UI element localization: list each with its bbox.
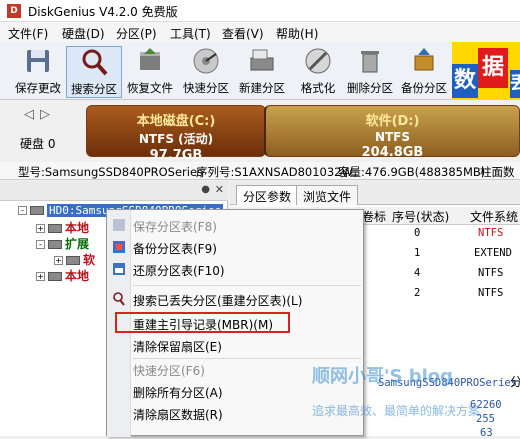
- col-header-label: 卷标: [362, 210, 387, 224]
- quick-partition-icon: [193, 48, 219, 74]
- disk-nav-arrows[interactable]: ◁▷: [24, 107, 56, 122]
- grid-cell-idx: 1: [414, 247, 421, 259]
- grid-cell-idx: 0: [414, 227, 421, 239]
- partition-icon: [48, 272, 62, 281]
- banner-char-3: 丢: [510, 70, 520, 98]
- new-partition-button[interactable]: 新建分区: [234, 46, 290, 98]
- restore-table-icon: [113, 263, 125, 275]
- menu-separator: [133, 285, 361, 286]
- window-title: DiskGenius V4.2.0 免费版: [28, 5, 178, 19]
- grid-cell-fs: NTFS: [478, 267, 504, 279]
- pin-icon[interactable]: ●: [201, 184, 210, 195]
- expand-icon[interactable]: +: [54, 256, 63, 265]
- disk-map-bar: ◁▷ 硬盘 0 本地磁盘(C:) NTFS (活动) 97.7GB 软件(D:)…: [0, 101, 520, 163]
- menu-item-save-partition-table[interactable]: 保存分区表(F8): [133, 218, 217, 235]
- menu-item-search-lost-partitions[interactable]: 搜索已丢失分区(重建分区表)(L): [133, 292, 302, 309]
- disk-cylinders: 柱面数: [480, 165, 515, 179]
- partition-icon: [66, 256, 80, 265]
- save-changes-button[interactable]: 保存更改: [10, 46, 66, 98]
- menu-separator: [133, 358, 361, 359]
- grid-cell-fs: NTFS: [478, 227, 504, 239]
- app-icon: D: [7, 4, 21, 18]
- menu-help[interactable]: 帮助(H): [276, 25, 318, 42]
- grid-side-char: 分: [510, 375, 520, 389]
- tree-node-extended[interactable]: - 扩展: [36, 235, 89, 252]
- disk-capacity: 容量:476.9GB(488385MB): [338, 165, 486, 179]
- grid-cell-value: 63: [480, 427, 493, 439]
- tree-node-local-2[interactable]: + 本地: [36, 267, 89, 284]
- tab-browse-files[interactable]: 浏览文件: [296, 185, 359, 205]
- menu-item-clear-reserved-sectors[interactable]: 清除保留扇区(E): [133, 338, 222, 355]
- disk-serial: 序列号:S1AXNSAD801032W: [196, 165, 353, 179]
- watermark-title: 顺网小哥'S blog: [312, 366, 454, 387]
- menu-view[interactable]: 查看(V): [222, 25, 264, 42]
- tab-partition-params[interactable]: 分区参数: [236, 185, 299, 205]
- banner-char-2: 据: [478, 48, 508, 88]
- menu-disk[interactable]: 硬盘(D): [62, 25, 105, 42]
- save-table-icon: [113, 219, 125, 231]
- recover-files-button[interactable]: 恢复文件: [122, 46, 178, 98]
- quick-partition-button[interactable]: 快速分区: [178, 46, 234, 98]
- backup-partition-button[interactable]: 备份分区: [396, 46, 452, 98]
- close-icon[interactable]: ✕: [215, 183, 224, 196]
- col-header-index: 序号(状态): [392, 210, 450, 224]
- expand-icon[interactable]: +: [36, 224, 45, 233]
- grid-cell-fs: NTFS: [478, 287, 504, 299]
- menu-item-delete-all-partitions[interactable]: 删除所有分区(A): [133, 384, 223, 401]
- tree-node-software-d[interactable]: + 软: [54, 251, 95, 268]
- menu-item-quick-partition[interactable]: 快速分区(F6): [133, 362, 205, 379]
- toolbar: 保存更改 搜索分区 恢复文件 快速分区 新建分区 格式化 删除分区 备份分区: [0, 42, 520, 100]
- menu-file[interactable]: 文件(F): [8, 25, 48, 42]
- disk-info-bar: 型号:SamsungSSD840PROSeries 序列号:S1AXNSAD80…: [0, 162, 520, 180]
- search-partition-button[interactable]: 搜索分区: [66, 46, 122, 98]
- backup-table-icon: [113, 241, 125, 253]
- col-header-fs: 文件系统: [470, 210, 519, 224]
- new-partition-icon: [250, 49, 274, 71]
- search-icon: [82, 49, 108, 76]
- promo-banner[interactable]: 数 据 丢: [452, 42, 520, 100]
- menu-item-backup-partition-table[interactable]: 备份分区表(F9): [133, 240, 217, 257]
- menu-partition[interactable]: 分区(P): [116, 25, 157, 42]
- grid-cell-fs: EXTEND: [474, 247, 512, 259]
- banner-char-1: 数: [452, 64, 478, 98]
- tree-node-local-c[interactable]: + 本地: [36, 219, 89, 236]
- grid-cell-idx: 2: [414, 287, 421, 299]
- menu-bar: 文件(F) 硬盘(D) 分区(P) 工具(T) 查看(V) 帮助(H): [0, 22, 520, 42]
- collapse-icon[interactable]: -: [18, 206, 27, 215]
- highlight-box-annotation: [115, 312, 290, 333]
- hdd-icon: [30, 206, 44, 215]
- title-bar: D DiskGenius V4.2.0 免费版: [0, 0, 520, 22]
- partition-icon: [48, 224, 62, 233]
- menu-tools[interactable]: 工具(T): [170, 25, 211, 42]
- partition-block-d[interactable]: 软件(D:) NTFS 204.8GB: [264, 105, 520, 160]
- watermark-subtitle: 追求最高效、最简单的解决方案: [312, 404, 481, 418]
- save-icon: [27, 50, 49, 72]
- expand-icon[interactable]: +: [36, 272, 45, 281]
- menu-item-clear-sector-data[interactable]: 清除扇区数据(R): [133, 406, 223, 423]
- grid-cell-idx: 4: [414, 267, 421, 279]
- delete-partition-icon: [361, 51, 379, 73]
- disk-model: 型号:SamsungSSD840PROSeries: [18, 165, 204, 179]
- partition-block-c[interactable]: 本地磁盘(C:) NTFS (活动) 97.7GB: [86, 105, 266, 163]
- backup-partition-icon: [414, 48, 434, 71]
- menu-item-restore-partition-table[interactable]: 还原分区表(F10): [133, 262, 225, 279]
- collapse-icon[interactable]: -: [36, 240, 45, 249]
- delete-partition-button[interactable]: 删除分区: [342, 46, 398, 98]
- partition-icon: [48, 240, 62, 249]
- disk-label: 硬盘 0: [20, 137, 56, 151]
- tree-panel-header: ● ✕: [0, 181, 228, 201]
- format-button[interactable]: 格式化: [290, 46, 346, 98]
- format-icon: [305, 48, 331, 74]
- recover-files-icon: [140, 48, 160, 70]
- details-tabs: 分区参数 浏览文件: [230, 181, 520, 205]
- search-icon: [113, 292, 125, 306]
